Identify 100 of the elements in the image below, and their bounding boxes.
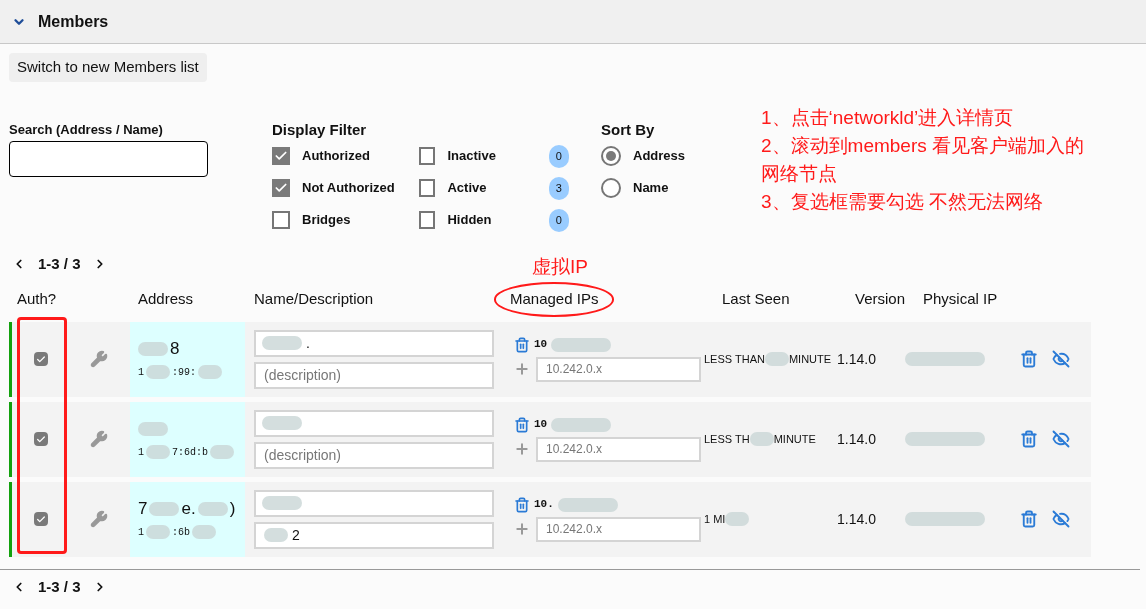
blurred-patch: [262, 496, 302, 510]
checkbox[interactable]: [419, 179, 436, 197]
blurred-patch: [146, 365, 170, 379]
managed-ip: 10: [534, 337, 548, 353]
filter-label: Inactive: [447, 147, 497, 166]
trash-icon[interactable]: [1020, 430, 1038, 448]
page-range: 1-3 / 3: [38, 576, 81, 597]
text-fragment: MINUTE: [788, 351, 832, 367]
description-placeholder: (description): [264, 445, 342, 465]
blurred-patch: [262, 336, 302, 350]
blurred-patch: [725, 512, 750, 526]
checkbox[interactable]: [33, 432, 48, 446]
column-header: Physical IP: [923, 289, 998, 310]
sort-label: Address: [633, 147, 686, 166]
filter-label: Not Authorized: [302, 179, 396, 198]
description-field[interactable]: 2: [254, 521, 494, 549]
column-header: Managed IPs: [494, 282, 615, 317]
blurred-patch: [146, 525, 170, 539]
version: 1.14.0: [837, 349, 877, 369]
hide-icon[interactable]: [1052, 430, 1070, 448]
blurred-patch: [197, 502, 228, 516]
search-field[interactable]: [9, 141, 208, 177]
checkbox[interactable]: [272, 211, 290, 229]
text-fragment: :6b: [172, 525, 191, 540]
checkbox[interactable]: [33, 512, 48, 526]
filter-label: Active: [447, 179, 488, 198]
blurred-patch: [138, 422, 168, 436]
blurred-patch: [551, 337, 612, 352]
wrench-icon[interactable]: [89, 510, 108, 528]
sort-title: Sort By: [601, 119, 656, 140]
text-fragment: 1: [138, 445, 144, 460]
hide-icon[interactable]: [1052, 510, 1070, 528]
wrench-icon[interactable]: [89, 350, 108, 368]
search-label: Search (Address / Name): [9, 120, 164, 139]
text-fragment: 1: [138, 365, 144, 380]
section-header[interactable]: Members: [0, 0, 1146, 44]
blurred-patch: [764, 352, 789, 366]
text-fragment: e.: [181, 498, 196, 521]
text-fragment: 7: [138, 498, 148, 521]
sort-label: Name: [633, 179, 669, 198]
ip-field[interactable]: 10.242.0.x: [536, 516, 701, 542]
filter-label: Hidden: [447, 211, 493, 230]
wrench-icon[interactable]: [89, 430, 108, 448]
filter-label: Bridges: [302, 211, 352, 230]
description-field[interactable]: (description): [254, 361, 494, 389]
blurred-patch: [264, 528, 288, 542]
version: 1.14.0: [837, 509, 877, 529]
count-badge: 3: [548, 176, 569, 200]
switch-list-button[interactable]: Switch to new Members list: [9, 53, 207, 82]
blurred-patch: [146, 445, 170, 459]
text-fragment: LESS TH: [704, 431, 750, 447]
text-fragment: LESS THAN: [704, 351, 765, 367]
text-fragment: 2: [292, 525, 300, 545]
annotation-note: 2、滚动到members 看见客户端加入的网络节点: [761, 133, 1086, 186]
blurred-patch: [149, 502, 180, 516]
blurred-patch: [262, 416, 302, 430]
name-field[interactable]: [254, 489, 494, 517]
description-field[interactable]: (description): [254, 441, 494, 469]
text-fragment: ): [229, 498, 236, 521]
trash-icon[interactable]: [1020, 510, 1038, 528]
annotation-note: 3、复选框需要勾选 不然无法网络: [761, 189, 1044, 214]
hide-icon[interactable]: [1052, 350, 1070, 368]
managed-ip: 10.: [534, 497, 554, 513]
column-header: Auth?: [17, 289, 58, 310]
checkbox[interactable]: [419, 147, 436, 165]
checkbox[interactable]: [272, 147, 290, 165]
name-field[interactable]: [254, 409, 494, 437]
trash-icon[interactable]: [514, 336, 530, 353]
radio-button[interactable]: [601, 178, 621, 198]
ip-field[interactable]: 10.242.0.x: [536, 356, 701, 382]
count-badge: 0: [548, 144, 569, 168]
blurred-patch: [551, 417, 612, 432]
annotation-note: 1、点击‘networkld’进入详情页: [761, 105, 1015, 130]
blurred-patch: [557, 497, 618, 512]
ip-field[interactable]: 10.242.0.x: [536, 436, 701, 462]
text-fragment: .: [306, 333, 310, 353]
text-fragment: 1: [138, 525, 144, 540]
trash-icon[interactable]: [514, 496, 530, 513]
check-icon: [35, 513, 46, 525]
text-fragment: 8: [170, 338, 180, 361]
column-header: Address: [138, 289, 195, 310]
column-header: Last Seen: [722, 289, 791, 310]
name-field[interactable]: .: [254, 329, 494, 357]
blurred-patch: [198, 365, 223, 379]
check-icon: [35, 353, 46, 365]
page-range: 1-3 / 3: [38, 254, 81, 274]
trash-icon[interactable]: [514, 416, 530, 433]
blurred-patch: [138, 342, 168, 356]
blurred-patch: [192, 525, 217, 539]
checkbox[interactable]: [272, 179, 290, 197]
filter-label: Authorized: [302, 147, 371, 166]
trash-icon[interactable]: [1020, 350, 1038, 368]
checkbox[interactable]: [419, 211, 436, 229]
radio-button[interactable]: [601, 146, 621, 166]
text-fragment: 1 MI: [704, 511, 726, 527]
check-icon: [274, 149, 288, 163]
column-header: Name/Description: [254, 289, 375, 310]
checkbox[interactable]: [33, 352, 48, 366]
column-header: Version: [855, 289, 907, 310]
text-fragment: :99:: [172, 365, 197, 380]
